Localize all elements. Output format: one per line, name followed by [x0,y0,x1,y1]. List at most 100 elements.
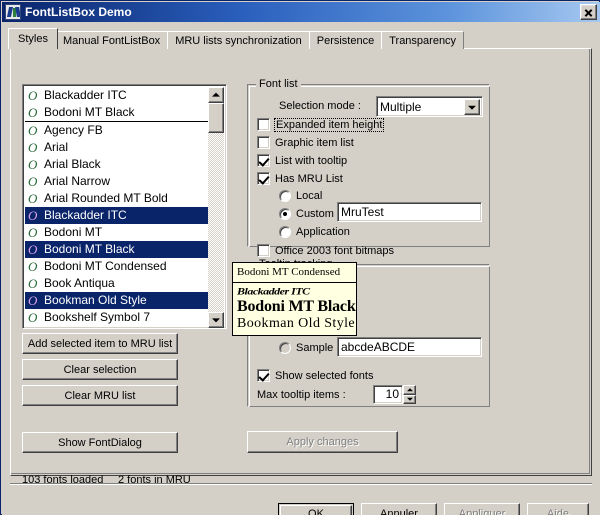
list-item-label: Bodoni MT [44,225,103,239]
clear-mru-list-label: Clear MRU list [64,389,136,402]
office-2003-font-bitmaps-row[interactable]: Office 2003 font bitmaps [257,244,394,257]
list-item-label: Bodoni MT Black [44,105,135,119]
list-item[interactable]: O Arial Black [25,156,211,173]
list-item[interactable]: O Arial [25,139,211,156]
expanded-item-height-row[interactable]: Expanded item height [257,117,385,132]
tab-styles[interactable]: Styles [8,28,58,49]
tab-mru-lists-synchronization[interactable]: MRU lists synchronization [167,31,310,49]
mru-local-label: Local [296,190,323,202]
list-item[interactable]: O Bookshelf Symbol 7 [25,309,211,326]
scroll-down-arrow-icon[interactable] [208,312,224,328]
mru-local-row[interactable]: Local [279,190,322,202]
list-item-label: Bradley Hand ITC [44,326,139,328]
tooltip-body: Blackadder ITC Bodoni MT Black Bookman O… [233,283,356,335]
sample-radio-label: Sample [296,342,334,354]
apply-button-label: Appliquer [458,508,506,515]
opentype-O-icon: O [28,208,38,223]
title-bar[interactable]: FontListBox Demo [2,2,600,22]
apply-changes-label: Apply changes [286,436,359,448]
mru-custom-row[interactable]: Custom [279,208,334,220]
sample-radio[interactable] [279,342,291,354]
tab-persistence[interactable]: Persistence [308,31,383,49]
mru-custom-radio[interactable] [279,208,291,220]
add-selected-item-to-mru-list-button[interactable]: Add selected item to MRU list [22,333,178,354]
opentype-O-icon: O [28,276,38,291]
tab-transparency[interactable]: Transparency [381,31,465,49]
graphic-item-list-row[interactable]: Graphic item list [257,136,354,149]
close-icon[interactable] [580,4,597,20]
has-mru-list-row[interactable]: Has MRU List [257,172,343,185]
tab-mru-lists-synchronization-label: MRU lists synchronization [175,35,302,47]
list-item-label: Bodoni MT Black [44,242,135,256]
chevron-down-icon[interactable] [464,98,480,115]
list-item[interactable]: O Bookman Old Style [25,292,211,309]
max-tooltip-items-value[interactable]: 10 [373,385,403,404]
stepper-buttons[interactable] [403,385,416,404]
apply-changes-button[interactable]: Apply changes [247,431,398,453]
max-tooltip-items-stepper[interactable]: 10 [373,385,416,404]
cancel-button-label: Annuler [380,508,418,515]
stepper-up-icon[interactable] [403,385,416,395]
font-list-scrollbar[interactable] [208,87,224,328]
list-item[interactable]: O Agency FB [25,122,211,139]
apply-button[interactable]: Appliquer [444,503,520,515]
list-item[interactable]: O Bradley Hand ITC [25,326,211,328]
list-item-label: Bookman Old Style [44,293,147,307]
office-2003-font-bitmaps-label: Office 2003 font bitmaps [275,244,395,257]
sample-radio-row[interactable]: Sample [279,342,333,354]
ok-button-label: OK [308,508,324,515]
font-list-box[interactable]: O Blackadder ITC O Bodoni MT Black O Age… [22,84,227,329]
has-mru-list-checkbox[interactable] [257,172,270,185]
list-item[interactable]: O Bodoni MT Black [25,104,211,122]
list-with-tooltip-row[interactable]: List with tooltip [257,154,347,167]
list-item-label: Arial [44,140,69,154]
mru-application-label: Application [296,226,350,238]
scroll-up-arrow-icon[interactable] [208,87,224,103]
graphic-item-list-label: Graphic item list [275,136,354,149]
has-mru-list-label: Has MRU List [275,172,343,185]
list-with-tooltip-checkbox[interactable] [257,154,270,167]
opentype-O-icon: O [28,157,38,172]
window-title: FontListBox Demo [25,5,132,19]
max-tooltip-items-label: Max tooltip items : [257,389,346,401]
cancel-button[interactable]: Annuler [361,503,437,515]
show-selected-fonts-row[interactable]: Show selected fonts [257,369,373,382]
list-item[interactable]: O Arial Rounded MT Bold [25,190,211,207]
list-item[interactable]: O Bodoni MT [25,224,211,241]
opentype-O-icon: O [28,174,38,189]
clear-selection-label: Clear selection [63,363,137,376]
list-item[interactable]: O Bodoni MT Black [25,241,211,258]
opentype-O-icon: O [28,310,38,325]
mru-local-radio[interactable] [279,190,291,202]
selection-mode-select[interactable]: Multiple [376,96,483,117]
selection-mode-label: Selection mode : [279,100,361,112]
stepper-down-icon[interactable] [403,394,416,404]
show-selected-fonts-checkbox[interactable] [257,369,270,382]
list-item-label: Book Antiqua [44,276,115,290]
list-item[interactable]: O Bodoni MT Condensed [25,258,211,275]
expanded-item-height-label: Expanded item height [273,117,385,132]
mru-application-radio[interactable] [279,226,291,238]
list-item[interactable]: O Blackadder ITC [25,87,211,104]
sample-text-input[interactable]: abcdeABCDE [337,337,482,357]
mru-application-row[interactable]: Application [279,226,350,238]
help-button[interactable]: Aide [527,503,589,515]
clear-selection-button[interactable]: Clear selection [22,359,178,380]
office-2003-font-bitmaps-checkbox[interactable] [257,244,270,257]
list-item[interactable]: O Arial Narrow [25,173,211,190]
scrollbar-thumb[interactable] [208,103,224,133]
expanded-item-height-checkbox[interactable] [257,118,270,131]
tab-manual-fontlistbox[interactable]: Manual FontListBox [54,31,169,49]
clear-mru-list-button[interactable]: Clear MRU list [22,385,178,406]
list-item[interactable]: O Blackadder ITC [25,207,211,224]
font-list-group-title: Font list [256,78,301,90]
scrollbar-track[interactable] [208,103,224,312]
opentype-O-icon: O [28,88,38,103]
show-fontdialog-button[interactable]: Show FontDialog [22,432,178,453]
list-item[interactable]: O Book Antiqua [25,275,211,292]
opentype-O-icon: O [28,293,38,308]
ok-button[interactable]: OK [278,503,354,515]
opentype-O-icon: O [28,140,38,155]
mru-custom-name-input[interactable]: MruTest [337,202,482,222]
graphic-item-list-checkbox[interactable] [257,136,270,149]
